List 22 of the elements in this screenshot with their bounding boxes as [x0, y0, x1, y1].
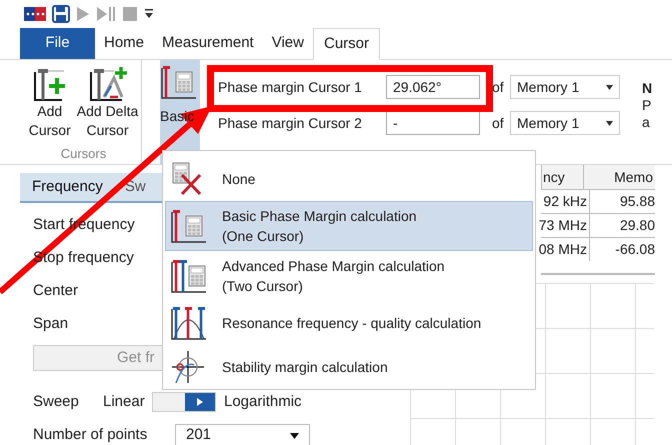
info-text: a	[642, 114, 651, 131]
field-label: Number of points	[33, 425, 148, 445]
table-cell-text: 08 MHz	[541, 240, 588, 259]
column-header: Memo	[583, 165, 655, 189]
field-label: of	[492, 114, 505, 132]
table-cell-text: 92 kHz	[542, 192, 588, 211]
table-cell-text: 73 MHz	[541, 216, 588, 235]
info-text: N	[642, 80, 652, 97]
table-cell: 29.80	[589, 214, 655, 237]
field-label: Center	[33, 281, 78, 300]
field-label: Sweep	[33, 392, 80, 412]
option-label: Logarithmic	[224, 392, 302, 412]
table-cell: -66.08	[589, 238, 655, 261]
field-label: Phase margin Cursor 2	[218, 114, 363, 133]
field-label: of	[492, 78, 505, 96]
field-label: Span	[33, 314, 68, 333]
table-cell: 95.88	[589, 190, 655, 213]
field-label: Phase margin Cursor 1	[218, 78, 363, 97]
group-label: Cursors	[60, 145, 106, 163]
info-text: P	[642, 97, 652, 114]
column-header: ncy	[541, 165, 583, 189]
option-label: Linear	[103, 392, 146, 412]
